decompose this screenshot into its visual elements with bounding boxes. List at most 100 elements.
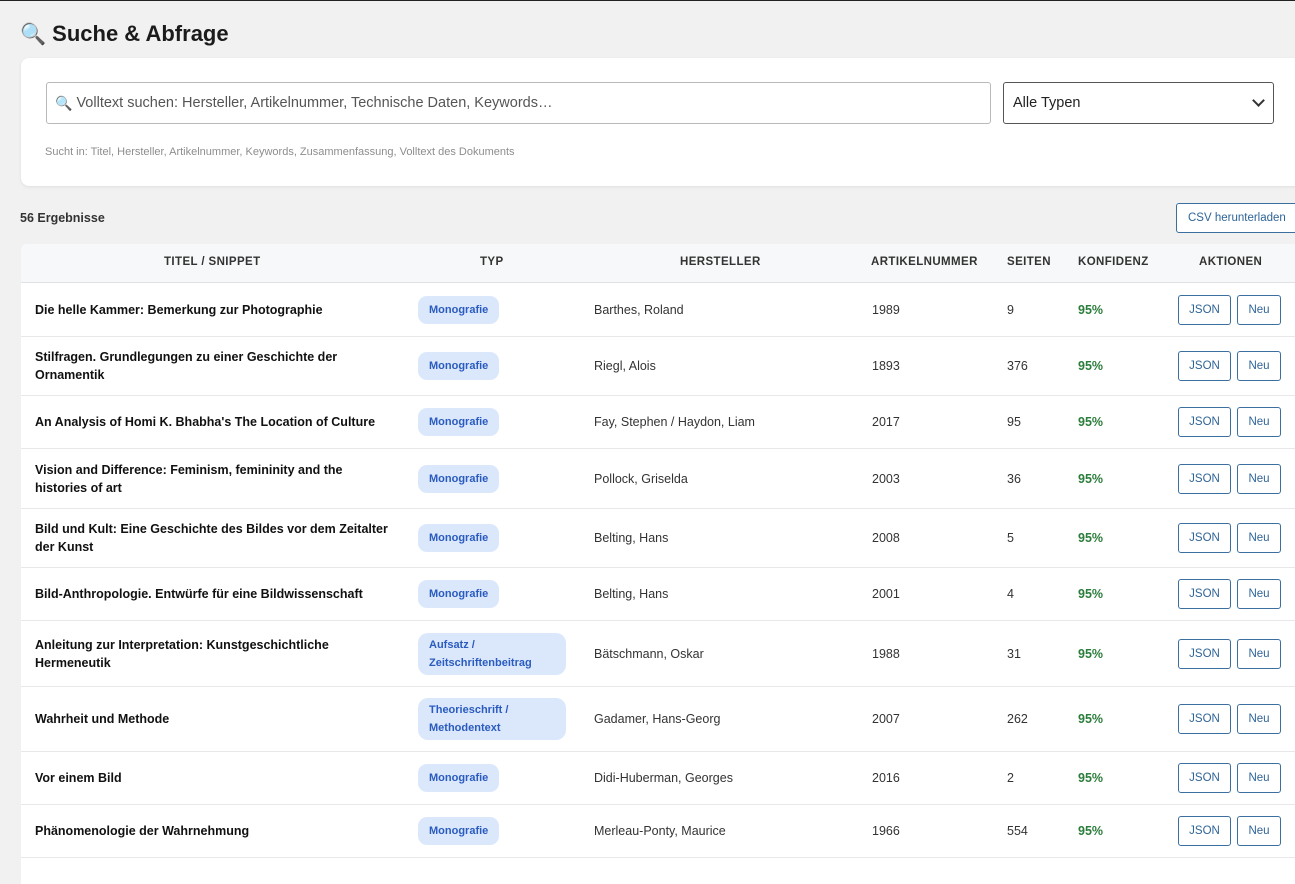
row-manufacturer: Gadamer, Hans-Georg [594, 712, 721, 726]
search-box[interactable]: 🔍 [46, 82, 991, 124]
row-confidence: 95% [1078, 359, 1104, 373]
table-row: Anleitung zur Interpretation: Kunstgesch… [21, 621, 1295, 687]
row-pages: 36 [1007, 471, 1021, 486]
json-button[interactable]: JSON [1178, 579, 1231, 609]
column-header-confidence[interactable]: Konfidenz [1078, 256, 1149, 268]
row-article-number: 1989 [872, 302, 900, 317]
table-header: Titel / Snippet Typ Hersteller Artikelnu… [21, 244, 1295, 283]
row-confidence: 95% [1078, 824, 1104, 838]
table-row: Bild und Kult: Eine Geschichte des Bilde… [21, 509, 1295, 568]
row-article-number: 2016 [872, 771, 900, 785]
row-title[interactable]: Phänomenologie der Wahrnehmung [35, 822, 395, 840]
row-manufacturer: Merleau-Ponty, Maurice [594, 824, 726, 838]
row-confidence: 95% [1078, 415, 1104, 429]
row-manufacturer: Belting, Hans [594, 531, 669, 545]
row-title[interactable]: An Analysis of Homi K. Bhabha's The Loca… [35, 413, 395, 431]
json-button[interactable]: JSON [1178, 294, 1231, 325]
type-badge: Monografie [418, 295, 500, 324]
json-button[interactable]: JSON [1178, 763, 1231, 793]
new-button[interactable]: Neu [1237, 704, 1281, 734]
table-row: Wahrheit und Methode Theorieschrift / Met… [21, 687, 1295, 752]
row-manufacturer: Belting, Hans [594, 587, 669, 601]
row-title[interactable]: Die helle Kammer: Bemerkung zur Photogra… [35, 301, 395, 319]
search-input[interactable] [76, 83, 990, 123]
table-row: Die helle Kammer: Bemerkung zur Photogra… [21, 283, 1295, 337]
row-title[interactable]: Wahrheit und Methode [35, 710, 395, 728]
search-icon: 🔍 [55, 94, 73, 111]
row-pages: 2 [1007, 771, 1014, 785]
row-manufacturer: Bätschmann, Oskar [594, 646, 704, 661]
new-button[interactable]: Neu [1237, 351, 1281, 381]
row-title[interactable]: Bild-Anthropologie. Entwürfe für eine Bi… [35, 585, 395, 603]
row-confidence: 95% [1078, 302, 1104, 317]
row-pages: 376 [1007, 359, 1028, 373]
new-button[interactable]: Neu [1237, 579, 1281, 609]
row-pages: 5 [1007, 531, 1014, 545]
row-article-number: 2001 [872, 587, 900, 601]
new-button[interactable]: Neu [1237, 523, 1281, 553]
json-button[interactable]: JSON [1178, 816, 1231, 846]
column-header-type[interactable]: Typ [480, 256, 504, 268]
row-confidence: 95% [1078, 587, 1104, 601]
table-row: Vor einem Bild Monografie Didi-Huberman, G… [21, 752, 1295, 805]
column-header-actions: Aktionen [1199, 256, 1263, 268]
type-filter-select[interactable]: Alle Typen [1003, 82, 1274, 124]
csv-download-button[interactable]: CSV herunterladen [1176, 203, 1295, 233]
column-header-title[interactable]: Titel / Snippet [164, 256, 261, 268]
row-article-number: 2003 [872, 471, 900, 486]
row-pages: 9 [1007, 302, 1014, 317]
type-badge: Monografie [418, 524, 500, 552]
row-title[interactable]: Bild und Kult: Eine Geschichte des Bilde… [35, 520, 395, 556]
row-confidence: 95% [1078, 471, 1104, 486]
window-top-border [0, 0, 1295, 1]
search-card: 🔍 Alle Typen Sucht in: Titel, Hersteller… [21, 58, 1295, 186]
row-pages: 95 [1007, 415, 1021, 429]
row-manufacturer: Fay, Stephen / Haydon, Liam [594, 415, 755, 429]
row-title[interactable]: Vor einem Bild [35, 769, 395, 787]
row-title[interactable]: Vision and Difference: Feminism, feminin… [35, 461, 395, 497]
row-confidence: 95% [1078, 712, 1104, 726]
row-title[interactable]: Stilfragen. Grundlegungen zu einer Gesch… [35, 348, 395, 384]
column-header-manufacturer[interactable]: Hersteller [680, 256, 761, 268]
row-pages: 554 [1007, 824, 1028, 838]
results-table: Titel / Snippet Typ Hersteller Artikelnu… [21, 244, 1295, 884]
row-pages: 4 [1007, 587, 1014, 601]
row-manufacturer: Pollock, Griselda [594, 471, 688, 486]
column-header-article-number[interactable]: Artikelnummer [871, 256, 978, 268]
new-button[interactable]: Neu [1237, 463, 1281, 494]
search-hint: Sucht in: Titel, Hersteller, Artikelnumm… [45, 146, 515, 158]
new-button[interactable]: Neu [1237, 763, 1281, 793]
column-header-pages[interactable]: Seiten [1007, 256, 1051, 268]
magnifier-icon: 🔍 [20, 22, 47, 46]
row-manufacturer: Didi-Huberman, Georges [594, 771, 733, 785]
new-button[interactable]: Neu [1237, 638, 1281, 669]
type-badge: Monografie [418, 408, 500, 436]
new-button[interactable]: Neu [1237, 816, 1281, 846]
type-badge: Monografie [418, 817, 500, 845]
type-badge: Monografie [418, 764, 500, 792]
type-badge: Monografie [418, 464, 500, 493]
new-button[interactable]: Neu [1237, 407, 1281, 437]
new-button[interactable]: Neu [1237, 294, 1281, 325]
row-manufacturer: Barthes, Roland [594, 302, 684, 317]
table-row: Vision and Difference: Feminism, feminin… [21, 449, 1295, 509]
json-button[interactable]: JSON [1178, 704, 1231, 734]
type-badge: Aufsatz / Zeitschriftenbeitrag [418, 632, 566, 675]
json-button[interactable]: JSON [1178, 407, 1231, 437]
table-row: Stilfragen. Grundlegungen zu einer Gesch… [21, 337, 1295, 396]
json-button[interactable]: JSON [1178, 351, 1231, 381]
row-article-number: 1988 [872, 646, 900, 661]
row-confidence: 95% [1078, 531, 1104, 545]
row-confidence: 95% [1078, 646, 1104, 661]
json-button[interactable]: JSON [1178, 523, 1231, 553]
json-button[interactable]: JSON [1178, 463, 1231, 494]
chevron-down-icon [1252, 94, 1265, 107]
row-article-number: 1893 [872, 359, 900, 373]
row-title[interactable]: Anleitung zur Interpretation: Kunstgesch… [35, 636, 395, 672]
row-manufacturer: Riegl, Alois [594, 359, 656, 373]
row-confidence: 95% [1078, 771, 1104, 785]
row-article-number: 2017 [872, 415, 900, 429]
results-count: 56 Ergebnisse [20, 211, 105, 225]
table-row: Bild-Anthropologie. Entwürfe für eine Bi… [21, 568, 1295, 621]
json-button[interactable]: JSON [1178, 638, 1231, 669]
